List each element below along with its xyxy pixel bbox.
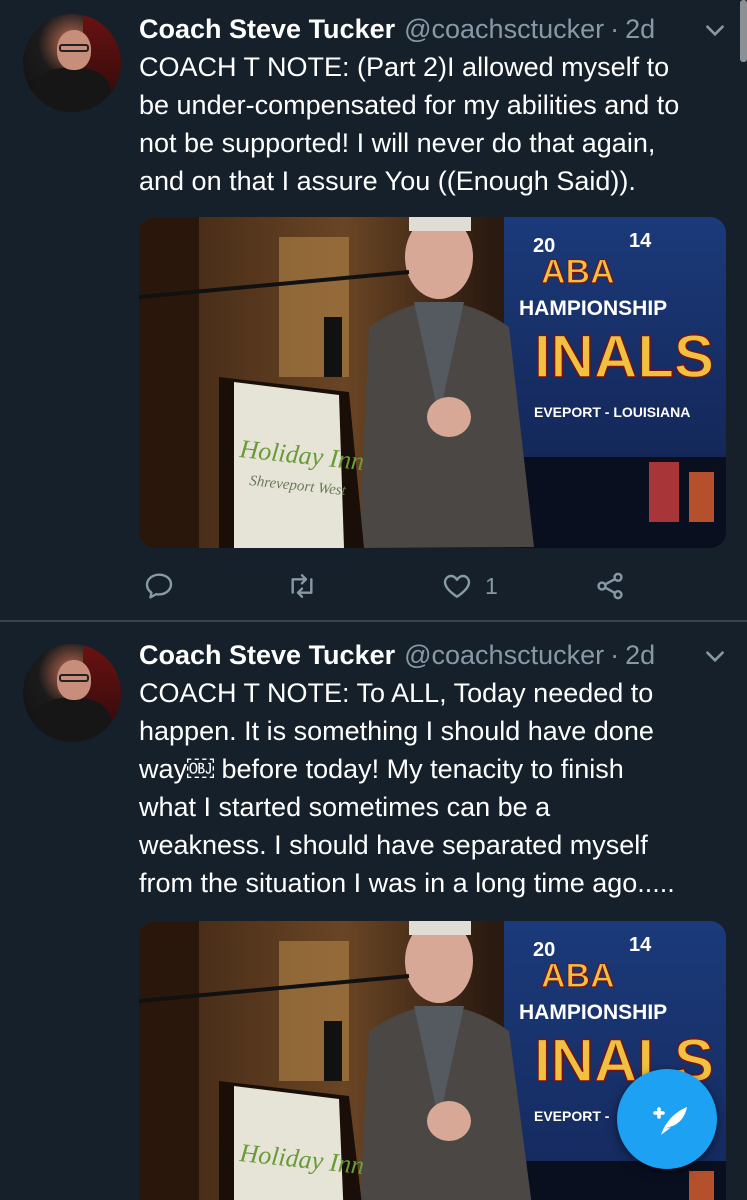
like-count: 1: [485, 572, 498, 599]
tweet-actions: 1: [139, 566, 729, 606]
separator-dot: ·: [610, 14, 620, 44]
share-button[interactable]: [594, 566, 626, 606]
reply-button[interactable]: [143, 566, 175, 606]
tweet-text-line: happen. It is something I should have do…: [139, 716, 654, 746]
tweet[interactable]: Coach Steve Tucker @coachsctucker · 2d C…: [0, 0, 747, 620]
tweet-text-line: way￼ before today! My tenacity to finish: [139, 754, 624, 784]
retweet-button[interactable]: [286, 566, 318, 606]
timestamp[interactable]: 2d: [625, 638, 655, 672]
retweet-icon: [291, 574, 313, 598]
author-name[interactable]: Coach Steve Tucker: [139, 638, 395, 672]
heart-icon: [443, 574, 471, 598]
chevron-down-icon[interactable]: [702, 18, 728, 44]
tweet-text-line: weakness. I should have separated myself: [139, 830, 648, 860]
banner-logo: ABA: [541, 957, 615, 995]
tweet-photo[interactable]: 20 14 ABA HAMPIONSHIP INALS EVEPORT - LO…: [139, 217, 726, 548]
tweet-text: COACH T NOTE: To ALL, Today needed to ha…: [139, 674, 729, 902]
banner-year-right: 14: [629, 934, 652, 956]
tweet-text-line: from the situation I was in a long time …: [139, 868, 675, 898]
tweet-text: COACH T NOTE: (Part 2)I allowed myself t…: [139, 48, 729, 200]
tweet-text-line: what I started sometimes can be a: [139, 792, 551, 822]
reply-icon: [145, 573, 173, 599]
tweet-text-line: not be supported! I will never do that a…: [139, 128, 656, 158]
banner-line1: HAMPIONSHIP: [519, 1001, 667, 1024]
banner-line2: INALS: [534, 323, 714, 390]
share-icon: [597, 572, 623, 600]
banner-line3: EVEPORT - LOUISIANA: [534, 404, 690, 420]
tweet-text-line: be under-compensated for my abilities an…: [139, 90, 680, 120]
compose-feather-icon: [653, 1107, 687, 1135]
tweet-text-line: COACH T NOTE: To ALL, Today needed to: [139, 678, 654, 708]
tweet-text-line: and on that I assure You ((Enough Said))…: [139, 166, 636, 196]
like-button[interactable]: 1: [441, 566, 498, 606]
compose-tweet-button[interactable]: [617, 1069, 717, 1169]
author-handle[interactable]: @coachsctucker: [404, 12, 604, 46]
author-handle[interactable]: @coachsctucker: [404, 638, 604, 672]
banner-logo: ABA: [541, 253, 615, 291]
timestamp[interactable]: 2d: [625, 12, 655, 46]
tweet-header: Coach Steve Tucker @coachsctucker · 2d: [139, 638, 655, 672]
separator-dot: ·: [610, 640, 620, 670]
banner-line3: EVEPORT -: [534, 1108, 610, 1124]
banner-line1: HAMPIONSHIP: [519, 297, 667, 320]
tweet-header: Coach Steve Tucker @coachsctucker · 2d: [139, 12, 655, 46]
chevron-down-icon[interactable]: [702, 644, 728, 670]
banner-year-right: 14: [629, 230, 652, 252]
avatar[interactable]: [23, 644, 121, 742]
avatar[interactable]: [23, 14, 121, 112]
author-name[interactable]: Coach Steve Tucker: [139, 12, 395, 46]
tweet-text-line: COACH T NOTE: (Part 2)I allowed myself t…: [139, 52, 670, 82]
